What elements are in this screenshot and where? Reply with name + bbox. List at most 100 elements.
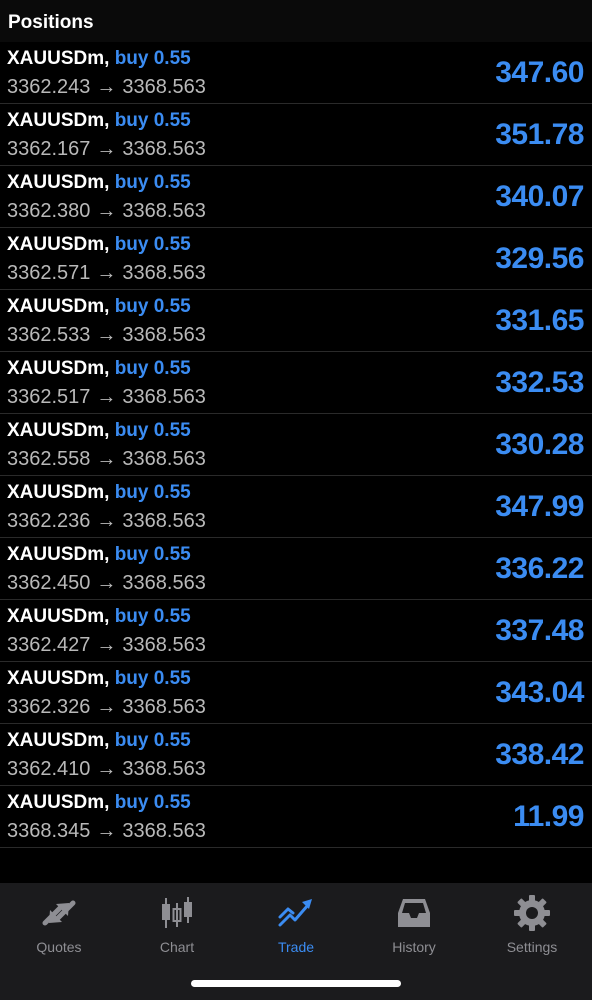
position-profit: 337.48 xyxy=(495,614,584,647)
position-symbol: XAUUSDm xyxy=(7,296,105,317)
position-profit: 347.99 xyxy=(495,490,584,523)
open-price: 3362.236 xyxy=(7,510,91,532)
current-price: 3368.563 xyxy=(122,448,206,470)
position-profit: 338.42 xyxy=(495,738,584,771)
position-row[interactable]: XAUUSDm, buy 0.55 3362.571 → 3368.563 329.… xyxy=(0,228,592,290)
open-price: 3362.410 xyxy=(7,758,91,780)
open-price: 3362.571 xyxy=(7,262,91,284)
open-price: 3362.533 xyxy=(7,324,91,346)
position-side: buy 0.55 xyxy=(114,358,191,379)
position-symbol: XAUUSDm xyxy=(7,48,105,69)
position-side: buy 0.55 xyxy=(114,482,191,503)
open-price: 3362.450 xyxy=(7,572,91,594)
current-price: 3368.563 xyxy=(122,200,206,222)
tab-label: Quotes xyxy=(36,939,82,955)
position-side: buy 0.55 xyxy=(114,296,191,317)
open-price: 3368.345 xyxy=(7,820,91,842)
open-price: 3362.558 xyxy=(7,448,91,470)
position-side: buy 0.55 xyxy=(114,420,191,441)
price-arrow: → xyxy=(96,262,117,284)
position-side: buy 0.55 xyxy=(114,48,191,69)
open-price: 3362.167 xyxy=(7,138,91,160)
home-indicator[interactable] xyxy=(191,980,401,987)
position-symbol: XAUUSDm xyxy=(7,172,105,193)
positions-list: XAUUSDm, buy 0.55 3362.243 → 3368.563 347.… xyxy=(0,42,592,848)
price-arrow: → xyxy=(96,572,117,594)
position-symbol: XAUUSDm xyxy=(7,420,105,441)
current-price: 3368.563 xyxy=(122,138,206,160)
tab-label: History xyxy=(392,939,436,955)
price-arrow: → xyxy=(96,324,117,346)
position-symbol: XAUUSDm xyxy=(7,730,105,751)
price-arrow: → xyxy=(96,138,117,160)
position-profit: 329.56 xyxy=(495,242,584,275)
open-price: 3362.243 xyxy=(7,76,91,98)
position-symbol: XAUUSDm xyxy=(7,234,105,255)
position-side: buy 0.55 xyxy=(114,730,191,751)
price-arrow: → xyxy=(96,820,117,842)
position-symbol: XAUUSDm xyxy=(7,606,105,627)
current-price: 3368.563 xyxy=(122,262,206,284)
tab-settings[interactable]: Settings xyxy=(473,893,591,963)
tab-quotes[interactable]: Quotes xyxy=(0,893,118,963)
tab-label: Trade xyxy=(277,939,315,955)
positions-title: Positions xyxy=(8,12,94,33)
price-arrow: → xyxy=(96,200,117,222)
current-price: 3368.563 xyxy=(122,820,206,842)
position-row[interactable]: XAUUSDm, buy 0.55 3362.410 → 3368.563 338.… xyxy=(0,724,592,786)
position-profit: 343.04 xyxy=(495,676,584,709)
current-price: 3368.563 xyxy=(122,386,206,408)
position-row[interactable]: XAUUSDm, buy 0.55 3362.558 → 3368.563 330.… xyxy=(0,414,592,476)
price-arrow: → xyxy=(96,76,117,98)
position-symbol: XAUUSDm xyxy=(7,792,105,813)
position-profit: 351.78 xyxy=(495,118,584,151)
tab-history[interactable]: History xyxy=(355,893,473,963)
position-side: buy 0.55 xyxy=(114,110,191,131)
position-profit: 332.53 xyxy=(495,366,584,399)
price-arrow: → xyxy=(96,448,117,470)
position-symbol: XAUUSDm xyxy=(7,668,105,689)
position-row[interactable]: XAUUSDm, buy 0.55 3362.427 → 3368.563 337.… xyxy=(0,600,592,662)
open-price: 3362.427 xyxy=(7,634,91,656)
position-symbol: XAUUSDm xyxy=(7,482,105,503)
position-profit: 11.99 xyxy=(513,800,584,833)
position-row[interactable]: XAUUSDm, buy 0.55 3368.345 → 3368.563 11.9… xyxy=(0,786,592,848)
position-symbol: XAUUSDm xyxy=(7,358,105,379)
chart-candles-icon xyxy=(162,897,192,928)
position-side: buy 0.55 xyxy=(114,792,191,813)
price-arrow: → xyxy=(96,386,117,408)
position-row[interactable]: XAUUSDm, buy 0.55 3362.243 → 3368.563 347.… xyxy=(0,42,592,104)
history-inbox-icon xyxy=(398,899,430,927)
current-price: 3368.563 xyxy=(122,634,206,656)
open-price: 3362.326 xyxy=(7,696,91,718)
tab-trade[interactable]: Trade xyxy=(237,893,355,963)
position-side: buy 0.55 xyxy=(114,172,191,193)
positions-header: Positions xyxy=(0,0,592,42)
price-arrow: → xyxy=(96,510,117,532)
tab-label: Chart xyxy=(159,939,195,955)
current-price: 3368.563 xyxy=(122,696,206,718)
position-symbol: XAUUSDm xyxy=(7,110,105,131)
position-profit: 340.07 xyxy=(495,180,584,213)
position-profit: 347.60 xyxy=(495,56,584,89)
position-side: buy 0.55 xyxy=(114,544,191,565)
price-arrow: → xyxy=(96,696,117,718)
position-row[interactable]: XAUUSDm, buy 0.55 3362.450 → 3368.563 336.… xyxy=(0,538,592,600)
gear-icon xyxy=(514,895,550,931)
position-row[interactable]: XAUUSDm, buy 0.55 3362.326 → 3368.563 343.… xyxy=(0,662,592,724)
position-row[interactable]: XAUUSDm, buy 0.55 3362.517 → 3368.563 332.… xyxy=(0,352,592,414)
current-price: 3368.563 xyxy=(122,76,206,98)
tab-chart[interactable]: Chart xyxy=(118,893,236,963)
position-profit: 330.28 xyxy=(495,428,584,461)
current-price: 3368.563 xyxy=(122,324,206,346)
position-profit: 331.65 xyxy=(495,304,584,337)
current-price: 3368.563 xyxy=(122,758,206,780)
open-price: 3362.517 xyxy=(7,386,91,408)
position-row[interactable]: XAUUSDm, buy 0.55 3362.533 → 3368.563 331.… xyxy=(0,290,592,352)
quotes-icon xyxy=(42,900,76,926)
position-row[interactable]: XAUUSDm, buy 0.55 3362.236 → 3368.563 347.… xyxy=(0,476,592,538)
position-row[interactable]: XAUUSDm, buy 0.55 3362.167 → 3368.563 351.… xyxy=(0,104,592,166)
position-row[interactable]: XAUUSDm, buy 0.55 3362.380 → 3368.563 340.… xyxy=(0,166,592,228)
current-price: 3368.563 xyxy=(122,572,206,594)
trade-trend-icon xyxy=(278,899,312,927)
